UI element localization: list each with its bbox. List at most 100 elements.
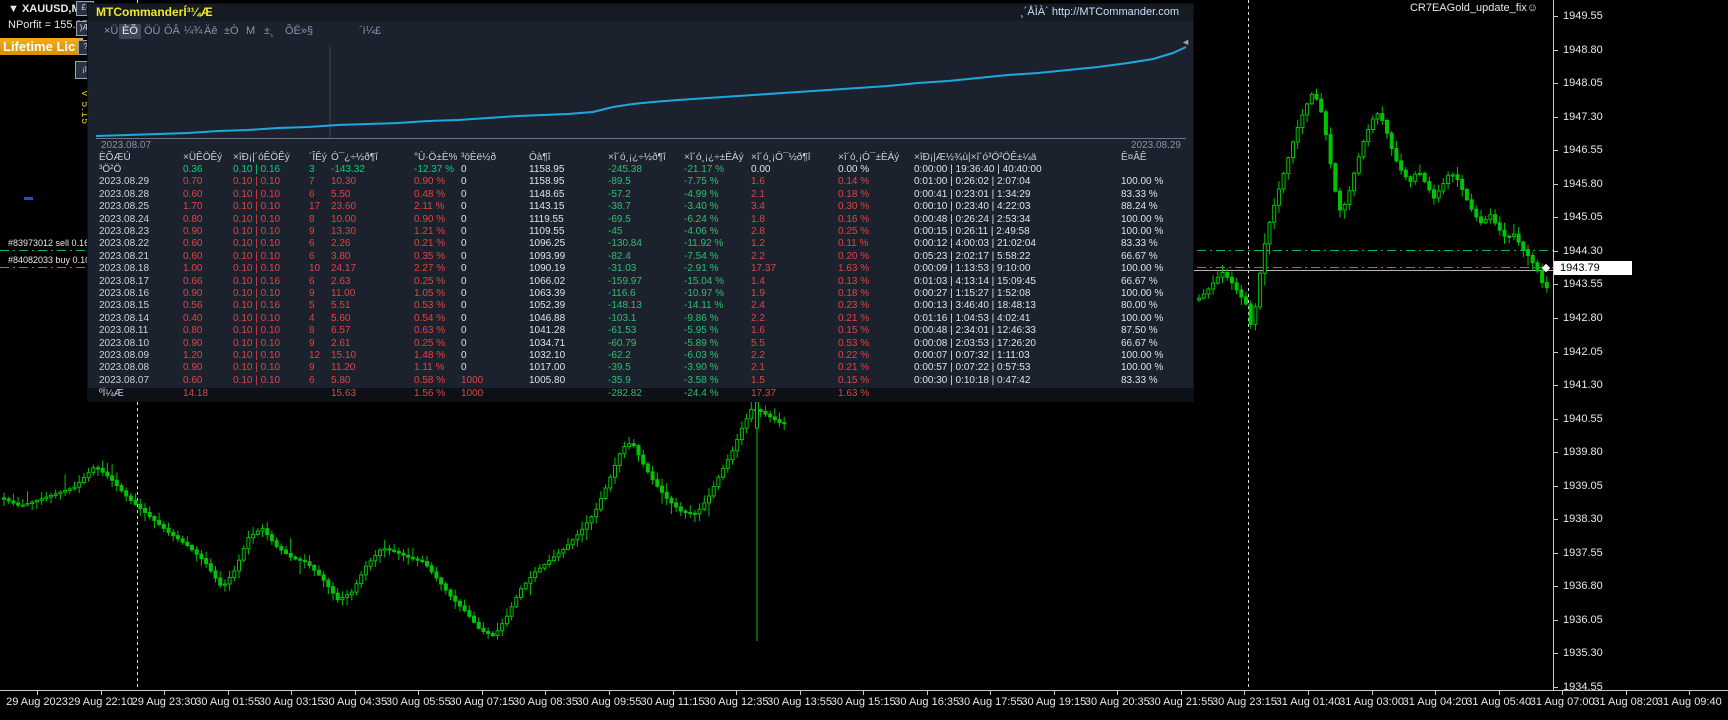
- symbol-label[interactable]: ▼ XAUUSD,M5: [8, 3, 87, 15]
- table-cell: 2.8: [751, 226, 765, 238]
- tab-2[interactable]: ÈÕ: [119, 24, 141, 39]
- table-cell: 1.00: [183, 263, 202, 275]
- table-cell: 5.60: [331, 313, 350, 325]
- column-header: ×î´ó¸¡¿÷±ÈÀý: [684, 152, 744, 164]
- panel-resize-grip[interactable]: ◄: [1181, 37, 1190, 47]
- table-cell: 66.67 %: [1121, 338, 1158, 350]
- table-cell: 0.10 | 0.10: [233, 338, 280, 350]
- table-cell: 1143.15: [529, 201, 564, 213]
- table-row: 2023.08.240.800.10 | 0.10810.000.90 %011…: [88, 214, 1193, 226]
- tab-8[interactable]: M: [243, 24, 258, 39]
- table-cell: 0: [461, 214, 467, 226]
- price-axis-label: 1939.05: [1563, 480, 1603, 492]
- table-cell: -12.37 %: [414, 164, 454, 176]
- license-banner[interactable]: Lifetime Lic: [0, 38, 83, 55]
- table-cell: -61.53: [608, 325, 636, 337]
- price-tick: [1554, 16, 1558, 17]
- table-cell: 2.2: [751, 350, 765, 362]
- tab-9[interactable]: ±¸: [261, 24, 277, 39]
- table-cell: 1032.10: [529, 350, 565, 362]
- table-cell: 0.53 %: [838, 338, 869, 350]
- time-axis-label: 30 Aug 08:35: [513, 696, 578, 708]
- table-cell: 2023.08.17: [99, 276, 149, 288]
- table-row: 2023.08.230.900.10 | 0.10913.301.21 %011…: [88, 226, 1193, 238]
- table-cell: 0.22 %: [838, 350, 869, 362]
- time-tick: [482, 691, 483, 695]
- time-tick: [291, 691, 292, 695]
- price-tick: [1554, 284, 1558, 285]
- table-cell: 0.13 %: [838, 276, 869, 288]
- table-cell: 0:01:00 | 0:26:02 | 2:07:04: [914, 176, 1030, 188]
- table-cell: 0.00: [751, 164, 770, 176]
- table-cell: 9: [309, 362, 315, 374]
- time-axis-label: 30 Aug 01:55: [195, 696, 260, 708]
- time-axis-label: 30 Aug 16:35: [894, 696, 959, 708]
- price-axis-label: 1936.80: [1563, 580, 1603, 592]
- table-cell: 1.6: [751, 325, 765, 337]
- table-cell: -116.6: [608, 288, 636, 300]
- panel-title-bar[interactable]: MTCommanderÍ³¼Æ ¸´ÅÌÀ´ http://MTCommande…: [88, 4, 1193, 21]
- price-tick: [1554, 50, 1558, 51]
- tab-11[interactable]: ´ì¼£: [356, 24, 384, 39]
- table-cell: 0: [461, 325, 467, 337]
- table-cell: 0:00:07 | 0:07:32 | 1:11:03: [914, 350, 1030, 362]
- time-tick: [1499, 691, 1500, 695]
- table-cell: -7.54 %: [684, 251, 718, 263]
- time-tick: [1372, 691, 1373, 695]
- panel-title: MTCommanderÍ³¼Æ: [96, 5, 213, 19]
- table-cell: 1034.71: [529, 338, 565, 350]
- table-total-row: ºÏ¼Æ14.1815.631.56 %1000-282.82-24.4 %17…: [88, 388, 1193, 401]
- table-cell: 0.23 %: [838, 300, 869, 312]
- time-tick: [1054, 691, 1055, 695]
- time-axis-label: 31 Aug 07:00: [1530, 696, 1595, 708]
- tab-10[interactable]: ÕË»§: [282, 24, 316, 39]
- column-header: ×î´ó¸¡¿÷½ð¶î: [608, 152, 666, 164]
- table-cell: 1.11 %: [414, 362, 444, 374]
- table-cell: 8: [309, 214, 315, 226]
- table-cell: 0.56: [183, 300, 202, 312]
- table-total-cell: 15.63: [331, 388, 356, 400]
- table-cell: 0: [461, 189, 467, 201]
- table-cell: 2.2: [751, 251, 765, 263]
- price-axis-label: 1943.55: [1563, 278, 1603, 290]
- table-cell: -103.1: [608, 313, 636, 325]
- time-axis[interactable]: 29 Aug 202329 Aug 22:1029 Aug 23:3030 Au…: [0, 690, 1728, 720]
- table-row: 2023.08.140.400.10 | 0.1045.600.54 %0104…: [88, 313, 1193, 325]
- table-cell: 0: [461, 338, 467, 350]
- table-cell: -45: [608, 226, 622, 238]
- table-header-row: ÈÕÆÚ×ÜÊÖÊý×îÐ¡|´óÊÖÊý´ÎÊýÓ¯¿÷½ð¶î°Ù·Ö±È%…: [88, 152, 1193, 164]
- table-row: 2023.08.280.600.10 | 0.1065.500.48 %0114…: [88, 189, 1193, 201]
- panel-toolbar: ×ÜÈÕÖÜÔÂ¼¾Äê±ÒM±¸ÕË»§´ì¼£: [88, 21, 1193, 42]
- table-cell: -89.5: [608, 176, 631, 188]
- table-row: 2023.08.210.600.10 | 0.1063.800.35 %0109…: [88, 251, 1193, 263]
- panel-title-url[interactable]: ¸´ÅÌÀ´ http://MTCommander.com: [1020, 6, 1179, 18]
- time-axis-label: 30 Aug 09:55: [577, 696, 642, 708]
- table-cell: 0:00:08 | 2:03:53 | 17:26:20: [914, 338, 1036, 350]
- table-cell: 1.5: [751, 375, 765, 387]
- table-cell: 100.00 %: [1121, 214, 1163, 226]
- time-tick: [673, 691, 674, 695]
- table-cell: 6: [309, 375, 315, 387]
- mtcommander-panel[interactable]: MTCommanderÍ³¼Æ ¸´ÅÌÀ´ http://MTCommande…: [87, 3, 1194, 402]
- table-cell: -143.32: [331, 164, 365, 176]
- price-axis-label: 1940.55: [1563, 413, 1603, 425]
- table-cell: 1041.28: [529, 325, 565, 337]
- tab-7[interactable]: ±Ò: [221, 24, 242, 39]
- table-cell: 5: [309, 300, 315, 312]
- table-cell: 0.14 %: [838, 176, 869, 188]
- tab-4[interactable]: ÔÂ: [161, 24, 183, 39]
- table-cell: 9: [309, 226, 315, 238]
- table-cell: -21.17 %: [684, 164, 724, 176]
- table-cell: 1090.19: [529, 263, 565, 275]
- table-cell: -5.89 %: [684, 338, 718, 350]
- table-cell: -4.06 %: [684, 226, 718, 238]
- table-cell: 1.20: [183, 350, 202, 362]
- time-axis-label: 30 Aug 13:55: [767, 696, 832, 708]
- price-axis[interactable]: 1949.551948.801948.051947.301946.551945.…: [1553, 0, 1728, 690]
- tab-6[interactable]: Äê: [201, 24, 220, 39]
- table-cell: 1109.55: [529, 226, 564, 238]
- table-cell: 0:00:48 | 2:34:01 | 12:46:33: [914, 325, 1036, 337]
- table-cell: 0: [461, 201, 467, 213]
- table-cell: 0: [461, 288, 467, 300]
- table-row: 2023.08.080.900.10 | 0.10911.201.11 %010…: [88, 362, 1193, 374]
